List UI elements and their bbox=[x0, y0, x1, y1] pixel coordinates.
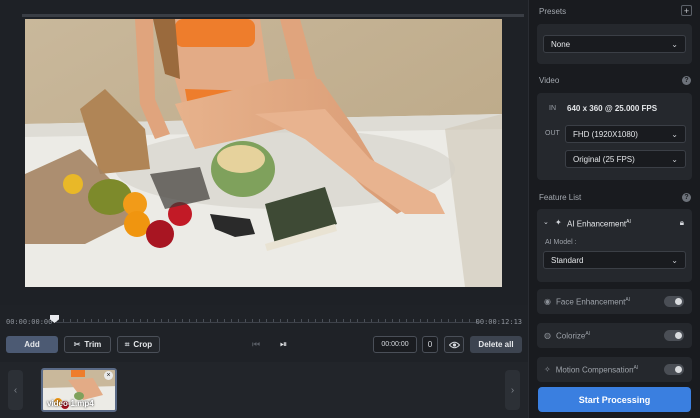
timeline-end-time: 00:00:12:13 bbox=[475, 318, 522, 326]
clip-strip: ‹ × video-1.mp4 › bbox=[0, 362, 528, 418]
clip-item[interactable]: × video-1.mp4 bbox=[41, 368, 117, 412]
ai-model-label: AI Model : bbox=[545, 239, 577, 246]
ai-badge: AI bbox=[625, 296, 631, 303]
feature-text: Motion Compensation bbox=[555, 365, 634, 375]
feature-label: Face EnhancementAI bbox=[556, 297, 630, 307]
time-value: 00:00:00 bbox=[381, 341, 409, 348]
presets-select[interactable]: None ⌄ bbox=[543, 35, 686, 53]
face-enhancement-toggle[interactable] bbox=[664, 296, 684, 307]
feature-label: ColorizeAI bbox=[556, 331, 590, 341]
crop-icon: ⌗ bbox=[124, 339, 130, 349]
trim-button[interactable]: ✂ Trim bbox=[64, 336, 111, 353]
clip-label: video-1.mp4 bbox=[47, 399, 94, 408]
feature-list-title: Feature List bbox=[539, 193, 582, 202]
in-label: IN bbox=[549, 105, 556, 112]
presets-title: Presets bbox=[539, 7, 567, 16]
feature-label: Motion CompensationAI bbox=[556, 365, 639, 375]
eye-icon bbox=[448, 341, 460, 348]
chevron-left-icon: ‹ bbox=[13, 384, 18, 396]
time-input[interactable]: 00:00:00 bbox=[373, 336, 417, 353]
lock-icon: 🔒︎ bbox=[679, 218, 684, 227]
plus-icon: + bbox=[683, 5, 690, 16]
chevron-down-icon: ⌄ bbox=[671, 155, 678, 164]
timeline[interactable]: 00:00:00:00 00:00:12:13 bbox=[0, 313, 528, 331]
scissors-icon: ✂ bbox=[73, 340, 81, 349]
trim-label: Trim bbox=[84, 340, 102, 349]
previous-frame-icon[interactable]: ⏮ bbox=[252, 339, 260, 350]
output-resolution-value: FHD (1920X1080) bbox=[573, 129, 638, 139]
ai-badge: AI bbox=[633, 364, 639, 371]
feature-motion-compensation: ✧ Motion CompensationAI bbox=[537, 357, 692, 382]
frame-value: 0 bbox=[427, 340, 433, 349]
clip-remove-button[interactable]: × bbox=[104, 371, 113, 380]
out-label: OUT bbox=[545, 130, 560, 137]
video-preview[interactable] bbox=[25, 19, 502, 287]
ai-badge: AI bbox=[626, 219, 631, 225]
face-icon: ◉ bbox=[544, 297, 551, 306]
feature-colorize: ◍ ColorizeAI bbox=[537, 323, 692, 348]
frame-input[interactable]: 0 bbox=[422, 336, 438, 353]
clips-next-button[interactable]: › bbox=[505, 370, 520, 410]
output-fps-select[interactable]: Original (25 FPS) ⌄ bbox=[565, 150, 686, 168]
ai-enhancement-text: AI Enhancement bbox=[567, 219, 627, 229]
play-icon[interactable]: ⏯ bbox=[280, 339, 287, 350]
in-fps: @ 25.000 FPS bbox=[604, 104, 658, 113]
ai-model-value: Standard bbox=[551, 255, 584, 265]
crop-label: Crop bbox=[133, 340, 153, 349]
add-label: Add bbox=[24, 340, 40, 349]
editor-area: 00:00:00:00 00:00:12:13 Add ✂ Trim ⌗ Crop … bbox=[0, 0, 528, 418]
ai-badge: AI bbox=[585, 330, 591, 337]
chevron-down-icon: ⌄ bbox=[671, 130, 678, 139]
preview-toggle-button[interactable] bbox=[444, 336, 464, 353]
in-value: 640 x 360 @ 25.000 FPS bbox=[567, 104, 657, 113]
preview-area bbox=[0, 0, 528, 305]
delete-all-button[interactable]: Delete all bbox=[470, 336, 522, 353]
chevron-down-icon: ⌄ bbox=[671, 256, 678, 265]
timeline-start-time: 00:00:00:00 bbox=[6, 318, 53, 326]
settings-panel: Presets + None ⌄ Video ? IN 640 x 360 @ … bbox=[528, 0, 700, 418]
add-preset-button[interactable]: + bbox=[681, 5, 692, 16]
video-help-icon[interactable]: ? bbox=[682, 76, 691, 85]
ai-enhancement-label: AI EnhancementAI bbox=[567, 219, 631, 229]
feature-help-icon[interactable]: ? bbox=[682, 193, 691, 202]
in-resolution: 640 x 360 bbox=[567, 104, 603, 113]
delete-all-label: Delete all bbox=[478, 340, 514, 349]
motion-icon: ✧ bbox=[544, 365, 551, 374]
clips-prev-button[interactable]: ‹ bbox=[8, 370, 23, 410]
top-divider bbox=[22, 14, 524, 17]
motion-compensation-toggle[interactable] bbox=[664, 364, 684, 375]
feature-text: Colorize bbox=[555, 331, 586, 341]
palette-icon: ◍ bbox=[544, 331, 551, 340]
beach-scene-image bbox=[25, 19, 502, 287]
start-processing-button[interactable]: Start Processing bbox=[538, 387, 691, 412]
output-fps-value: Original (25 FPS) bbox=[573, 154, 635, 164]
sparkle-icon: ✦ bbox=[555, 218, 562, 227]
presets-value: None bbox=[551, 39, 571, 49]
feature-face-enhancement: ◉ Face EnhancementAI bbox=[537, 289, 692, 314]
colorize-toggle[interactable] bbox=[664, 330, 684, 341]
output-resolution-select[interactable]: FHD (1920X1080) ⌄ bbox=[565, 125, 686, 143]
start-processing-label: Start Processing bbox=[578, 394, 651, 405]
timeline-track[interactable] bbox=[56, 322, 480, 323]
feature-text: Face Enhancement bbox=[555, 297, 626, 307]
video-panel: IN 640 x 360 @ 25.000 FPS OUT FHD (1920X… bbox=[537, 93, 692, 180]
add-button[interactable]: Add bbox=[6, 336, 58, 353]
ai-model-select[interactable]: Standard ⌄ bbox=[543, 251, 686, 269]
chevron-right-icon: › bbox=[510, 384, 515, 396]
close-icon: × bbox=[106, 372, 111, 379]
video-title: Video bbox=[539, 76, 560, 85]
chevron-down-icon: ⌄ bbox=[671, 40, 678, 49]
presets-panel: None ⌄ bbox=[537, 24, 692, 64]
crop-button[interactable]: ⌗ Crop bbox=[117, 336, 160, 353]
ai-enhancement-panel: ⌄ ✦ AI EnhancementAI 🔒︎ AI Model : Stand… bbox=[537, 209, 692, 282]
chevron-down-icon[interactable]: ⌄ bbox=[543, 218, 549, 226]
